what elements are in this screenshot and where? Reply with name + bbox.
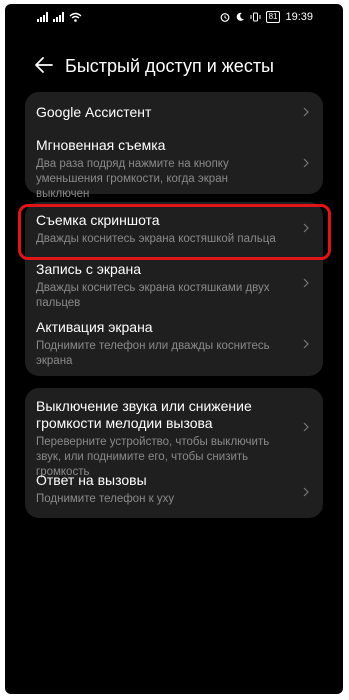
signal-icon <box>53 12 64 22</box>
chevron-right-icon <box>303 107 309 117</box>
battery-level: 81 <box>265 11 281 23</box>
setting-title: Мгновенная съемка <box>36 137 166 153</box>
setting-answer-calls[interactable]: Ответ на вызовы Поднимите телефон к уху <box>25 466 323 518</box>
status-left <box>37 12 82 22</box>
setting-subtitle: Поднимите телефон или дважды коснитесь э… <box>36 340 270 367</box>
highlight-frame <box>18 204 331 260</box>
settings-card-3: Выключение звука или снижение громкости … <box>25 388 323 518</box>
chevron-right-icon <box>303 339 309 349</box>
setting-screen-activation[interactable]: Активация экрана Поднимите телефон или д… <box>25 312 323 376</box>
setting-title: Google Ассистент <box>36 104 152 120</box>
signal-icon <box>37 12 48 22</box>
setting-title: Выключение звука или снижение громкости … <box>36 398 252 431</box>
setting-instant-shot[interactable]: Мгновенная съемка Два раза подряд нажмит… <box>25 132 323 200</box>
clock: 19:39 <box>285 11 313 23</box>
chevron-right-icon <box>303 422 309 432</box>
setting-mute-ringtone[interactable]: Выключение звука или снижение громкости … <box>25 388 323 478</box>
chevron-right-icon <box>303 487 309 497</box>
setting-title: Ответ на вызовы <box>36 472 147 488</box>
setting-subtitle: Два раза подряд нажмите на кнопку уменьш… <box>36 158 229 200</box>
chevron-right-icon <box>303 158 309 168</box>
alarm-icon <box>220 13 229 22</box>
moon-icon <box>236 12 244 21</box>
wifi-icon <box>69 12 82 22</box>
status-right: 81 19:39 <box>220 11 313 23</box>
page-title: Быстрый доступ и жесты <box>65 56 274 76</box>
status-bar: 81 19:39 <box>5 4 343 32</box>
setting-google-assistant[interactable]: Google Ассистент <box>25 92 323 132</box>
settings-card-1: Google Ассистент Мгновенная съемка Два р… <box>25 92 323 200</box>
header: Быстрый доступ и жесты <box>5 48 343 84</box>
phone-screen: 81 19:39 Быстрый доступ и жесты Google А… <box>5 4 343 694</box>
setting-screen-recording[interactable]: Запись с экрана Дважды коснитесь экрана … <box>25 254 323 312</box>
chevron-right-icon <box>303 278 309 288</box>
setting-title: Активация экрана <box>36 319 153 335</box>
setting-subtitle: Поднимите телефон к уху <box>36 493 175 505</box>
vibrate-icon <box>250 12 261 22</box>
back-arrow-icon[interactable] <box>33 54 55 76</box>
setting-subtitle: Дважды коснитесь экрана костяшками двух … <box>36 282 270 309</box>
